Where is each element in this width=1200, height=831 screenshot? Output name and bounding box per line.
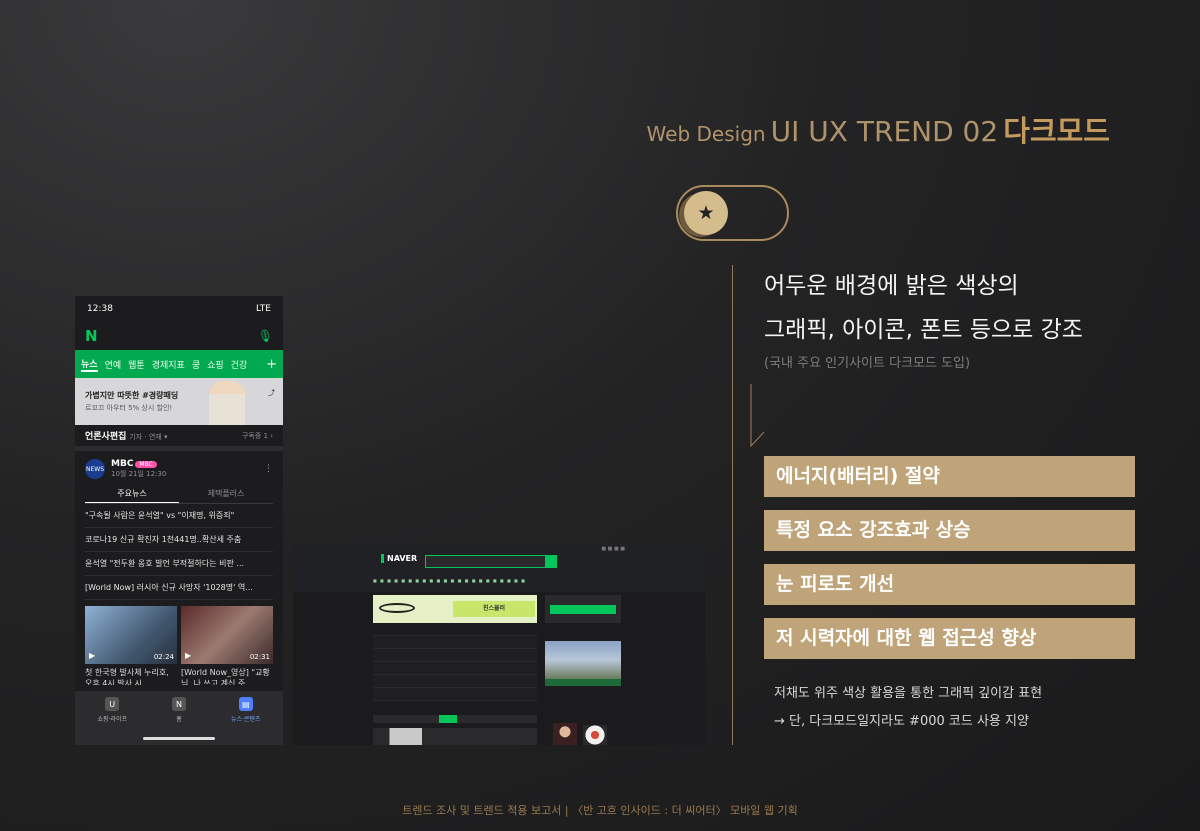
bag-icon: U [105, 697, 120, 711]
add-tab-icon[interactable]: + [266, 357, 277, 372]
news-headline[interactable]: 코로나19 신규 확진자 1천441명..확산세 주춤 [85, 528, 273, 552]
play-icon: ▶ [185, 651, 192, 660]
press-section-title: 언론사편집 [85, 432, 127, 442]
video-thumb[interactable]: ▶ 02:24 [85, 606, 177, 664]
tab-news[interactable]: 뉴스 [81, 357, 98, 372]
nav-label: 쇼핑·라이프 [97, 716, 127, 723]
headline: 어두운 배경에 밝은 색상의 그래픽, 아이콘, 폰트 등으로 강조 [764, 264, 1083, 352]
mic-icon[interactable]: 🎙 [258, 329, 273, 343]
desktop-news-tabs [373, 715, 537, 723]
desktop-press-grid[interactable] [373, 635, 537, 701]
news-headline[interactable]: "구속될 사람은 윤석열" vs "이재명, 위증죄" [85, 504, 273, 528]
tab-webtoon[interactable]: 웹툰 [128, 358, 145, 371]
naver-home-icon: N [171, 697, 186, 711]
tab-health[interactable]: 건강 [231, 358, 248, 371]
subtab-plus[interactable]: 제택플러스 [179, 485, 273, 503]
benefit-item: 특정 요소 강조효과 상승 [764, 510, 1135, 551]
news-card: NEWS MBC MBC 10월 21일 12:30 ⋮ 주요뉴스 제택플러스 "… [75, 451, 283, 691]
benefit-item: 저 시력자에 대한 웹 접근성 향상 [764, 618, 1135, 659]
title-emphasis: 다크모드 [1003, 114, 1110, 148]
video-captions: 첫 한국형 발사체 누리호, 오후 4시 발사 시... [World Now_… [85, 667, 273, 685]
note-line1: 저채도 위주 색상 활용을 통한 그래픽 깊이감 표현 [774, 686, 1043, 701]
video-caption[interactable]: [World Now_영상] "교황님, 나 쓰고 계신 주... [181, 667, 273, 685]
status-signal: LTE [256, 304, 271, 314]
headline-line1: 어두운 배경에 밝은 색상의 [764, 273, 1019, 299]
category-tabs: 뉴스 연예 웹툰 경제지표 쿵 쇼핑 건강 + [75, 350, 283, 378]
tab-shopping[interactable]: 쇼핑 [207, 358, 224, 371]
desktop-ad-banner[interactable]: 친스뮬러 [373, 595, 537, 623]
banner-model-image [209, 381, 245, 425]
tab-economy[interactable]: 경제지표 [152, 358, 185, 371]
nav-news[interactable]: ▤ 뉴스·콘텐츠 [230, 697, 261, 745]
page-title: Web Design UI UX TREND 02 다크모드 [647, 108, 1110, 150]
title-prefix: Web Design [646, 122, 766, 146]
footer-text: 트렌드 조사 및 트렌드 적용 보고서 | 〈반 고흐 인사이드 : 더 씨어터… [402, 804, 798, 817]
desktop-info-bar [545, 679, 621, 686]
news-headline[interactable]: 윤석열 "전두환 옹호 발언 부적절하다는 비판 ... [85, 552, 273, 576]
desktop-thumbs[interactable] [373, 728, 537, 745]
video-duration: 02:24 [153, 653, 174, 661]
app-header: N 🎙 [75, 322, 283, 350]
video-thumb[interactable]: ▶ 02:31 [181, 606, 273, 664]
status-time: 12:38 [87, 304, 113, 314]
mobile-screenshot: 12:38 LTE N 🎙 뉴스 연예 웹툰 경제지표 쿵 쇼핑 건강 + 가볍… [75, 296, 283, 745]
brand-logo-icon: ⤴ [268, 389, 275, 397]
headline-line2: 그래픽, 아이콘, 폰트 등으로 강조 [764, 317, 1083, 343]
play-icon: ▶ [89, 651, 96, 660]
nav-label: 홈 [176, 716, 182, 723]
news-icon: ▤ [238, 697, 253, 711]
subtab-main[interactable]: 주요뉴스 [85, 485, 179, 503]
benefit-item: 눈 피로도 개선 [764, 564, 1135, 605]
desktop-search-input[interactable] [425, 555, 557, 568]
nav-shopping[interactable]: U 쇼핑·라이프 [97, 697, 127, 745]
title-main: UI UX TREND 02 [770, 115, 999, 148]
desktop-top-links[interactable]: ■ ■ ■ ■ [601, 546, 625, 552]
desktop-ad-text: 친스뮬러 [453, 601, 535, 617]
video-caption[interactable]: 첫 한국형 발사체 누리호, 오후 4시 발사 시... [85, 667, 177, 685]
news-headline[interactable]: [World Now] 러시아 신규 사망자 '1028명' 역... [85, 576, 273, 600]
press-brand: NEWS MBC MBC 10월 21일 12:30 ⋮ [85, 457, 273, 481]
desktop-logo[interactable]: NAVER [381, 554, 417, 563]
headline-sub: (국내 주요 인기사이트 다크모드 도입) [764, 356, 971, 371]
tab-kung[interactable]: 쿵 [192, 358, 200, 371]
note-line2: → 단, 다크모드일지라도 #000 코드 사용 지양 [774, 714, 1029, 729]
desktop-login-button[interactable] [550, 605, 616, 614]
desktop-search-button[interactable] [545, 556, 556, 567]
video-thumbs: ▶ 02:24 ▶ 02:31 [85, 606, 273, 664]
tab-entertainment[interactable]: 연예 [105, 358, 122, 371]
press-badge: MBC [135, 461, 157, 468]
benefit-list: 에너지(배터리) 절약 특정 요소 강조효과 상승 눈 피로도 개선 저 시력자… [764, 456, 1135, 672]
desktop-weather-photo[interactable] [545, 641, 621, 679]
press-name: MBC [111, 459, 134, 469]
home-indicator [143, 737, 215, 740]
star-moon-icon: ★ [684, 191, 728, 235]
desktop-screenshot: NAVER ■ ■ ■ ■ ■ ■ ■ ■ ■ ■ ■ ■ ■ ■ ■ ■ ■ … [293, 545, 705, 745]
desktop-person-thumb[interactable] [553, 723, 577, 745]
divider-line [732, 265, 733, 745]
note: 저채도 위주 색상 활용을 통한 그래픽 깊이감 표현 → 단, 다크모드일지라… [774, 680, 1042, 736]
naver-logo[interactable]: N [85, 327, 98, 345]
press-section-meta[interactable]: 기자 · 연재 ▾ [129, 433, 167, 441]
news-subtabs: 주요뉴스 제택플러스 [85, 485, 273, 504]
nav-label: 뉴스·콘텐츠 [230, 716, 261, 723]
press-date: 10월 21일 12:30 [111, 470, 167, 478]
mbc-logo-icon: NEWS [85, 459, 105, 479]
product-image [379, 603, 415, 613]
more-icon[interactable]: ⋮ [264, 464, 273, 474]
ad-banner[interactable]: 가볍지만 따뜻한 #경량패딩 르꼬끄 아우터 5% 상시 할인! ⤴ [75, 378, 283, 425]
dark-mode-toggle[interactable]: ★ [676, 185, 789, 241]
press-section-header: 언론사편집 기자 · 연재 ▾ 구독중 1 › [75, 425, 283, 451]
desktop-food-thumb[interactable] [583, 725, 607, 745]
arrow-down-icon [750, 384, 765, 448]
status-bar: 12:38 LTE [75, 296, 283, 322]
desktop-menu[interactable]: ■ ■ ■ ■ ■ ■ ■ ■ ■ ■ ■ ■ ■ ■ ■ ■ ■ ■ ■ ■ … [373, 578, 705, 586]
desktop-content: NAVER ■ ■ ■ ■ ■ ■ ■ ■ ■ ■ ■ ■ ■ ■ ■ ■ ■ … [373, 545, 705, 745]
subscription-count[interactable]: 구독중 1 › [242, 431, 273, 441]
desktop-active-tab[interactable] [439, 715, 457, 723]
video-duration: 02:31 [249, 653, 270, 661]
benefit-item: 에너지(배터리) 절약 [764, 456, 1135, 497]
desktop-login-box [545, 595, 621, 623]
